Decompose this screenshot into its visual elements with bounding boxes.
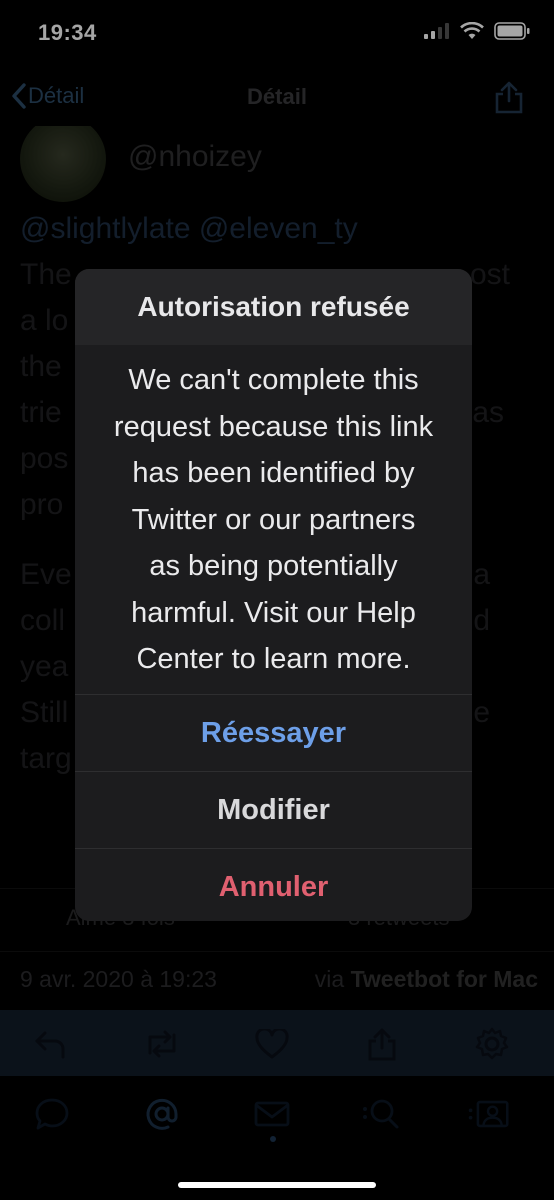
retry-button[interactable]: Réessayer	[75, 694, 472, 771]
cancel-button[interactable]: Annuler	[75, 848, 472, 921]
alert-title: Autorisation refusée	[75, 269, 472, 345]
home-indicator[interactable]	[178, 1182, 376, 1188]
alert-message: We can't complete this request because t…	[113, 364, 434, 675]
alert-dialog: Autorisation refusée We can't complete t…	[75, 269, 472, 921]
modify-button[interactable]: Modifier	[75, 771, 472, 848]
